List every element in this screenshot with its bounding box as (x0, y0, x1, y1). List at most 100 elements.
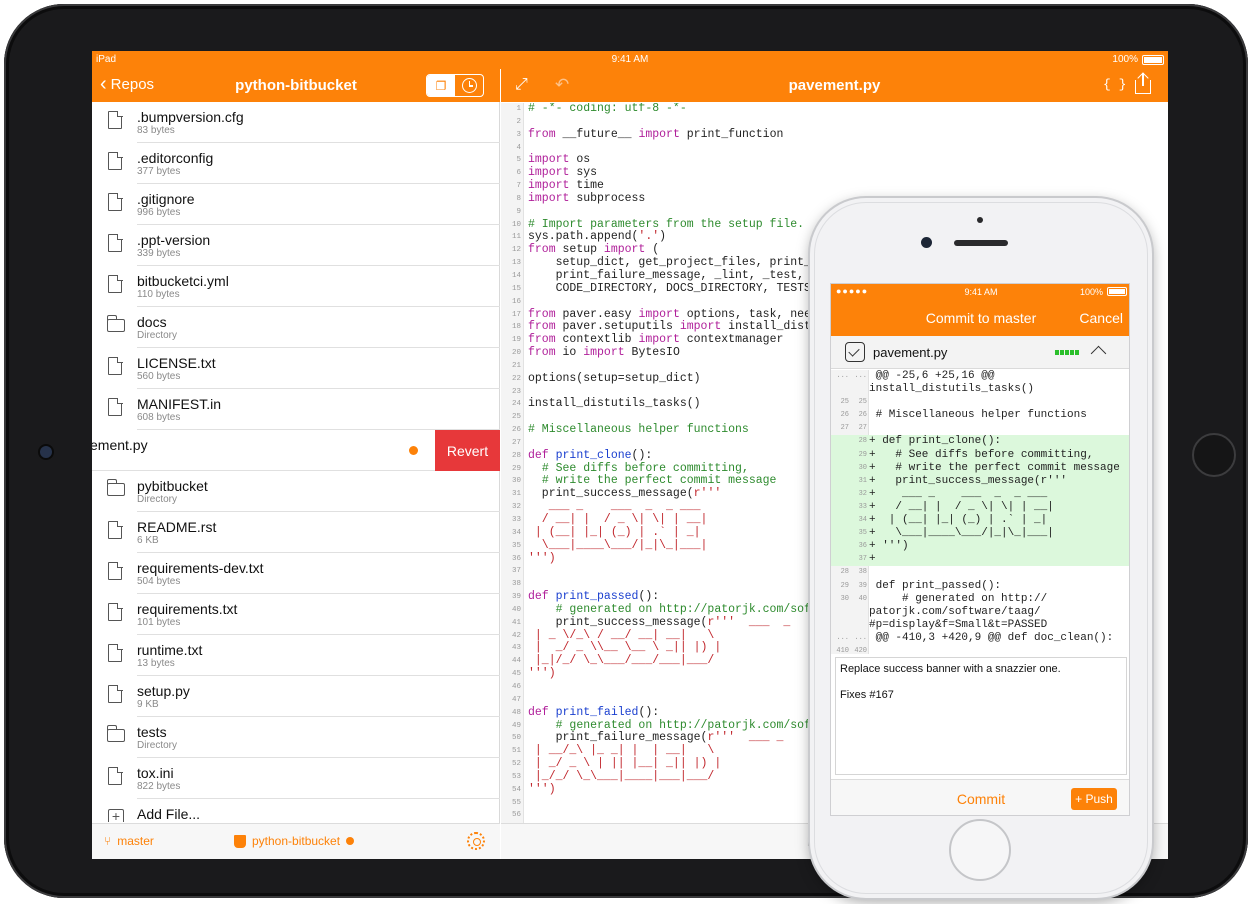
file-list-item[interactable]: docs Directory (106, 307, 500, 348)
code-line: 5 import os (501, 153, 1168, 167)
new-line-number: 40 (858, 594, 867, 603)
repo-status[interactable]: python-bitbucket (234, 834, 355, 848)
symbols-braces-icon[interactable]: { } (1103, 77, 1126, 92)
file-size: 13 bytes (137, 658, 175, 669)
diff-line-text: @@ -25,6 +25,16 @@ (869, 370, 995, 382)
file-name: .gitignore (137, 191, 195, 207)
checkbox-checked-icon[interactable] (845, 342, 865, 362)
line-number: 24 (511, 400, 521, 409)
diff-line-added: 30 + # write the perfect commit message (831, 461, 1129, 475)
iphone-speaker (954, 240, 1008, 246)
file-size: 83 bytes (137, 125, 175, 136)
chevron-up-icon[interactable] (1090, 345, 1107, 362)
file-list-item[interactable]: requirements.txt 101 bytes (108, 594, 500, 635)
code-text: CODE_DIRECTORY, DOCS_DIRECTORY, TESTS_D (528, 281, 825, 295)
line-number: 30 (511, 477, 521, 486)
file-list-item[interactable]: pybitbucket Directory (106, 471, 500, 512)
file-name: LICENSE.txt (137, 355, 216, 371)
file-list-item[interactable]: README.rst 6 KB (108, 512, 500, 553)
push-toggle-button[interactable]: + Push (1071, 788, 1117, 810)
file-list-item[interactable]: runtime.txt 13 bytes (108, 635, 500, 676)
history-view-segment[interactable] (455, 75, 483, 96)
diff-line: ...... @@ -410,3 +420,9 @@ def doc_clean… (831, 631, 1129, 645)
file-size: 9 KB (137, 699, 159, 710)
iphone-device: ●●●●● 9:41 AM 100% Commit to master Canc… (810, 198, 1152, 898)
code-text: options(setup=setup_dict) (528, 371, 701, 385)
file-list-item[interactable]: .gitignore 996 bytes (108, 184, 500, 225)
diff-line-text: @@ -410,3 +420,9 @@ def doc_clean(): (869, 631, 1114, 644)
line-number: 12 (511, 246, 521, 255)
file-icon (108, 766, 123, 785)
line-number: 55 (511, 798, 521, 807)
old-line-number: 410 (836, 646, 849, 654)
file-list-item[interactable]: setup.py 9 KB (108, 676, 500, 717)
ipad-home-button[interactable] (1192, 433, 1236, 477)
cancel-button[interactable]: Cancel (1079, 310, 1123, 326)
file-list-item[interactable]: .bumpversion.cfg 83 bytes (108, 102, 500, 143)
line-number: 46 (511, 682, 521, 691)
diff-file-header[interactable]: pavement.py (831, 336, 1129, 369)
bitbucket-icon (234, 834, 246, 848)
file-list-item[interactable]: requirements-dev.txt 504 bytes (108, 553, 500, 594)
line-number: 18 (511, 323, 521, 332)
file-list-item[interactable]: MANIFEST.in 608 bytes (108, 389, 500, 430)
diff-line-text: + / __| | / _ \| \| | __| (869, 500, 1054, 513)
ipad-camera (40, 446, 52, 458)
file-name: bitbucketci.yml (137, 273, 229, 289)
editor-nav-bar: ⤢ ↶ pavement.py { } (501, 69, 1168, 102)
new-line-number: 25 (858, 398, 867, 407)
file-name: tests (137, 724, 167, 740)
new-line-number: 37 (858, 555, 867, 564)
line-number: 11 (511, 233, 521, 242)
diff-line: 29 39 def print_passed(): (831, 580, 1129, 593)
commit-message-line: Replace success banner with a snazzier o… (840, 663, 1061, 675)
folder-icon (106, 479, 125, 496)
new-line-number: 30 (858, 463, 867, 472)
diff-line: 410 420 (831, 645, 1129, 654)
share-icon[interactable] (1135, 72, 1151, 95)
file-list-item[interactable]: .editorconfig 377 bytes (108, 143, 500, 184)
diff-line-added: 31 + print_success_message(r''' (831, 474, 1129, 488)
file-name: docs (137, 314, 167, 330)
file-list: .bumpversion.cfg 83 bytes .editorconfig 377… (92, 102, 500, 822)
code-line: 7 import time (501, 179, 1168, 193)
ipad-clock: 9:41 AM (611, 54, 649, 65)
file-list-item[interactable]: + Add File... (108, 799, 500, 822)
iphone-home-button[interactable] (949, 819, 1011, 881)
file-icon (108, 110, 123, 129)
settings-gear-icon[interactable] (467, 832, 485, 850)
line-number: 54 (511, 785, 521, 794)
battery-icon (1107, 287, 1127, 296)
files-view-segment[interactable]: ❐ (427, 75, 455, 96)
diff-line-added: 36 + ''') (831, 540, 1129, 554)
new-line-number: 38 (858, 568, 867, 577)
file-size: 608 bytes (137, 412, 181, 423)
ipad-status-bar: iPad 9:41 AM 100% (92, 51, 1168, 69)
diff-line-added: 28 + def print_clone(): (831, 435, 1129, 449)
diff-view[interactable]: ...... @@ -25,6 +25,16 @@ install_distuti… (831, 370, 1129, 654)
diff-line-text: + def print_clone(): (869, 435, 1002, 448)
diff-line-text: + (869, 553, 876, 566)
code-text: ''') (528, 551, 556, 565)
line-number: 9 (516, 207, 521, 216)
file-list-item[interactable]: .ppt-version 339 bytes (108, 225, 500, 266)
commit-message-field[interactable]: Replace success banner with a snazzier o… (835, 657, 1127, 775)
diff-line-text: + ''') (869, 540, 909, 553)
file-list-item[interactable]: bitbucketci.yml 110 bytes (108, 266, 500, 307)
editor-file-title: pavement.py (788, 77, 881, 94)
line-number: 10 (511, 220, 521, 229)
file-list-item[interactable]: LICENSE.txt 560 bytes (108, 348, 500, 389)
file-icon (108, 233, 123, 252)
branch-selector[interactable]: ⑂ master (104, 834, 154, 848)
revert-button[interactable]: Revert (435, 430, 500, 471)
diff-line-text: + print_success_message(r''' (869, 474, 1068, 487)
file-list-item[interactable]: ement.py3Revert (92, 430, 500, 471)
repo-footer-name: python-bitbucket (252, 834, 341, 848)
file-list-item[interactable]: tox.ini 822 bytes (108, 758, 500, 799)
view-mode-segmented-control: ❐ (426, 74, 484, 97)
new-line-number: 29 (858, 450, 867, 459)
line-number: 45 (511, 670, 521, 679)
clock-icon (461, 78, 477, 93)
old-line-number: 28 (840, 568, 849, 577)
file-list-item[interactable]: tests Directory (106, 717, 500, 758)
